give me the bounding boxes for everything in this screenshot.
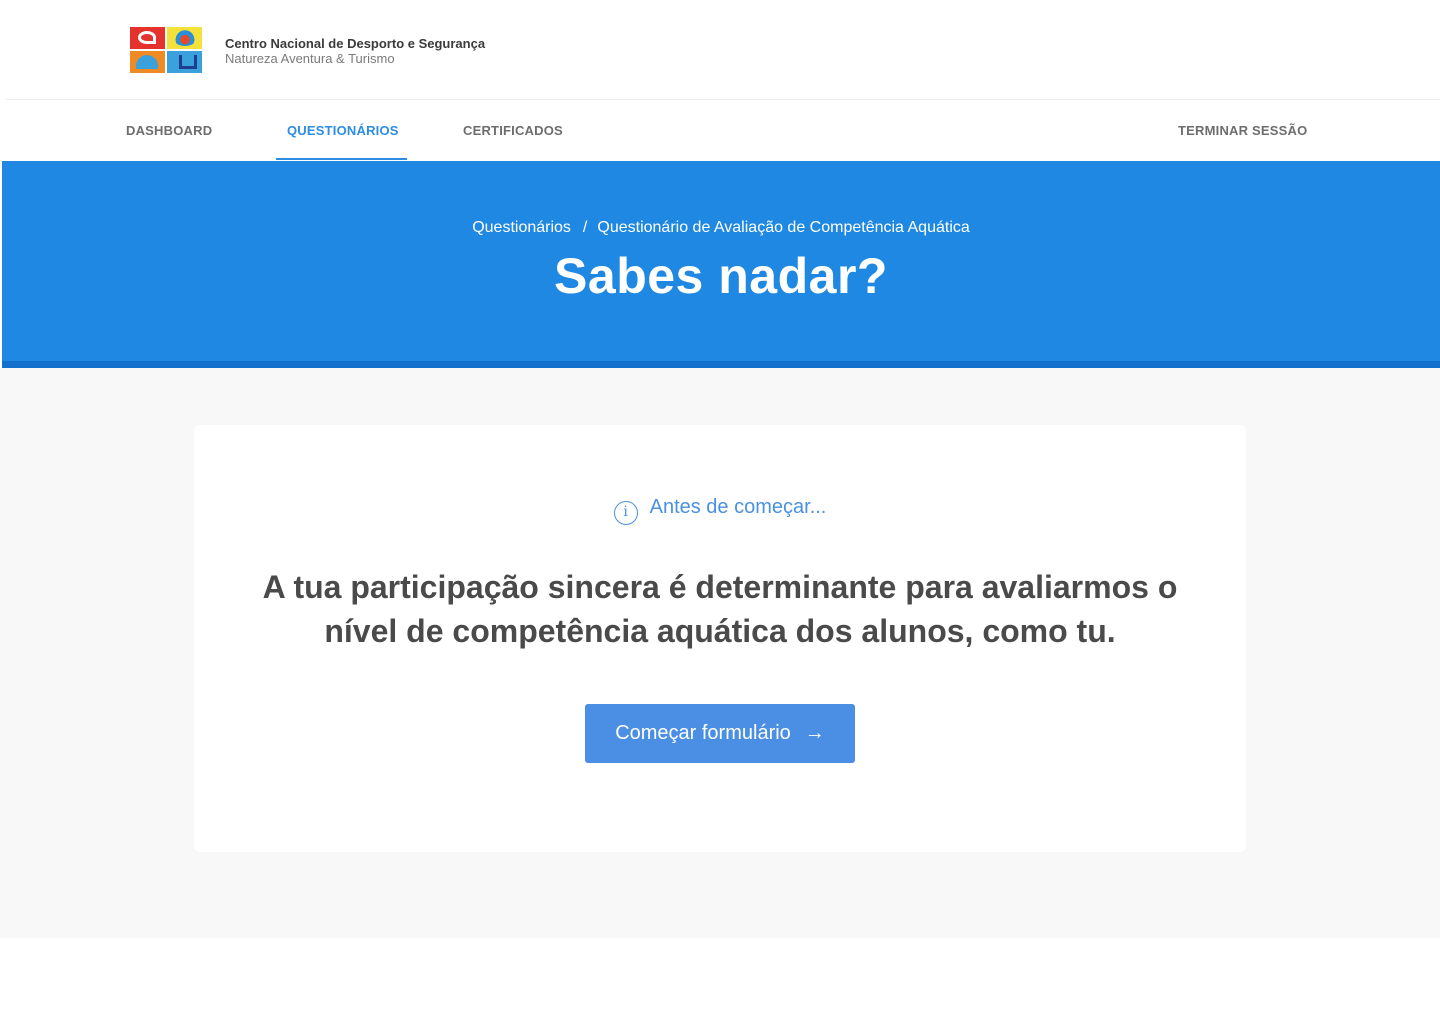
nav-item-dashboard[interactable]: DASHBOARD [126, 101, 212, 160]
nav-item-certificados[interactable]: CERTIFICADOS [463, 101, 563, 160]
main-content: i Antes de começar... A tua participação … [0, 368, 1440, 938]
logo-quadrant-blue [167, 51, 202, 73]
org-name: Centro Nacional de Desporto e Segurança [225, 36, 486, 51]
org-subtitle: Natureza Aventura & Turismo [225, 51, 395, 66]
logo-quadrant-yellow [167, 27, 202, 49]
brand-text: Centro Nacional de Desporto e Segurança … [225, 36, 485, 66]
organization-logo[interactable] [130, 27, 202, 73]
arrow-right-icon: → [804, 722, 825, 744]
info-icon: i [613, 501, 638, 525]
top-header: Centro Nacional de Desporto e Segurança … [6, 0, 1440, 100]
breadcrumb: Questionários / Questionário de Avaliação … [2, 219, 1440, 237]
start-form-button[interactable]: Começar formulário → [585, 704, 855, 763]
before-start-notice: i Antes de começar... [194, 496, 1246, 525]
notice-text: Antes de começar... [649, 496, 827, 518]
logo-quadrant-orange [130, 51, 165, 73]
logo-quadrant-red [130, 27, 165, 49]
page-title: Sabes nadar? [554, 248, 888, 304]
breadcrumb-parent-link[interactable]: Questionários [472, 219, 571, 236]
breadcrumb-current: Questionário de Avaliação de Competência… [597, 219, 970, 236]
nav-item-questionarios[interactable]: QUESTIONÁRIOS [276, 101, 407, 160]
breadcrumb-separator: / [582, 219, 588, 236]
intro-card: i Antes de começar... A tua participação … [194, 425, 1246, 852]
hero-banner: Questionários / Questionário de Avaliação … [2, 161, 1440, 368]
start-form-label: Começar formulário [615, 722, 791, 744]
intro-message: A tua participação sincera é determinant… [262, 569, 1178, 649]
main-nav: DASHBOARD QUESTIONÁRIOS CERTIFICADOS TER… [0, 101, 1440, 160]
logout-link[interactable]: TERMINAR SESSÃO [1178, 101, 1307, 160]
